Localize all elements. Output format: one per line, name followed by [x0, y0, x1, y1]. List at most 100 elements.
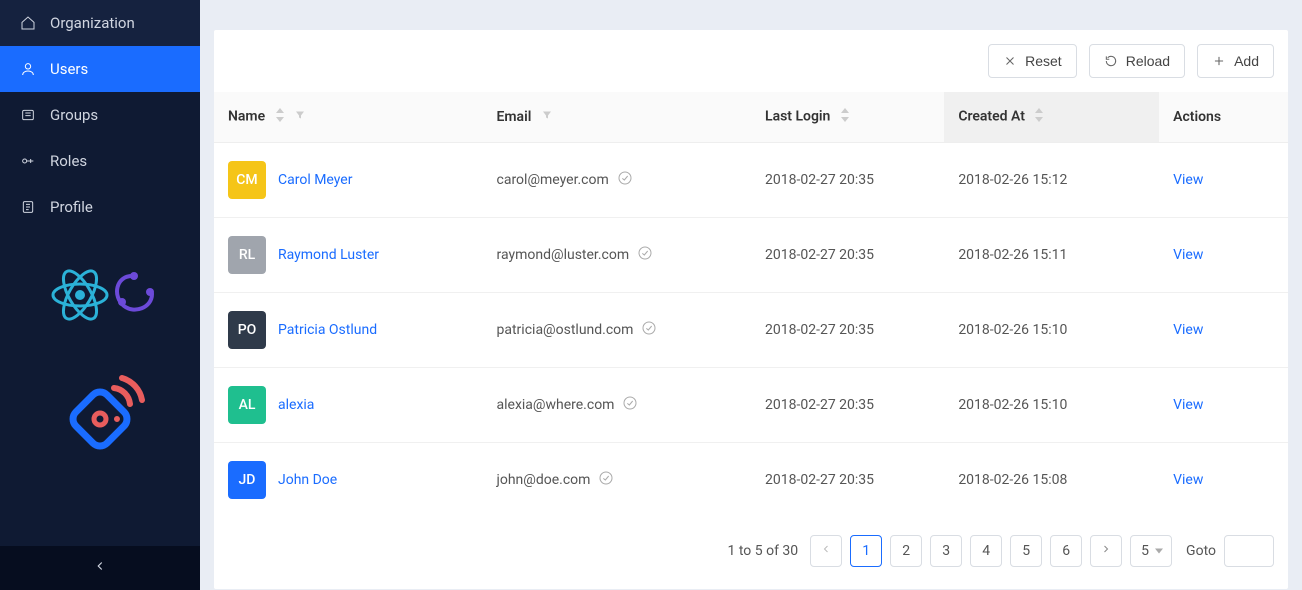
last-login: 2018-02-27 20:35	[765, 397, 874, 413]
user-email: patricia@ostlund.com	[497, 322, 634, 338]
users-table: Name Email	[214, 92, 1288, 517]
chevron-left-icon	[820, 543, 832, 559]
goto-label: Goto	[1186, 543, 1216, 559]
table-row: JD John Doe john@doe.com 2018-02-27 20:3…	[214, 443, 1288, 518]
prev-page-button[interactable]	[810, 535, 842, 567]
sidebar-item-users[interactable]: Users	[0, 46, 200, 92]
profile-icon	[20, 199, 36, 215]
avatar: PO	[228, 311, 266, 349]
sidebar-item-label: Roles	[50, 152, 87, 170]
page-button-1[interactable]: 1	[850, 535, 882, 567]
roles-icon	[20, 153, 36, 169]
last-login: 2018-02-27 20:35	[765, 472, 874, 488]
groups-icon	[20, 107, 36, 123]
sorter-icon	[840, 108, 850, 126]
sidebar-item-roles[interactable]: Roles	[0, 138, 200, 184]
user-icon	[20, 61, 36, 77]
sidebar-item-profile[interactable]: Profile	[0, 184, 200, 230]
table-header-row: Name Email	[214, 92, 1288, 143]
created-at: 2018-02-26 15:11	[958, 247, 1067, 263]
user-name-link[interactable]: Raymond Luster	[278, 247, 379, 263]
page-info: 1 to 5 of 30	[728, 543, 799, 559]
goto-page-input[interactable]	[1224, 535, 1274, 567]
table-row: PO Patricia Ostlund patricia@ostlund.com…	[214, 293, 1288, 368]
page-button-6[interactable]: 6	[1050, 535, 1082, 567]
users-panel: Reset Reload Add	[214, 30, 1288, 589]
close-icon	[1003, 54, 1017, 68]
toolbar: Reset Reload Add	[214, 30, 1288, 92]
verified-icon	[598, 470, 614, 490]
react-redux-icon	[40, 260, 160, 334]
column-email[interactable]: Email	[483, 92, 752, 143]
sidebar: Organization Users Groups Roles Profile	[0, 0, 200, 590]
sidebar-item-groups[interactable]: Groups	[0, 92, 200, 138]
app-logo-icon	[50, 364, 150, 468]
sorter-icon	[275, 108, 285, 126]
avatar: RL	[228, 236, 266, 274]
page-button-5[interactable]: 5	[1010, 535, 1042, 567]
collapse-sidebar-button[interactable]	[0, 546, 200, 590]
page-button-2[interactable]: 2	[890, 535, 922, 567]
verified-icon	[617, 170, 633, 190]
column-last-login[interactable]: Last Login	[751, 92, 944, 143]
sidebar-item-organization[interactable]: Organization	[0, 0, 200, 46]
plus-icon	[1212, 54, 1226, 68]
created-at: 2018-02-26 15:10	[958, 397, 1067, 413]
created-at: 2018-02-26 15:08	[958, 472, 1067, 488]
verified-icon	[641, 320, 657, 340]
verified-icon	[622, 395, 638, 415]
sidebar-item-label: Organization	[50, 14, 135, 32]
column-name[interactable]: Name	[214, 92, 483, 143]
home-icon	[20, 15, 36, 31]
last-login: 2018-02-27 20:35	[765, 247, 874, 263]
next-page-button[interactable]	[1090, 535, 1122, 567]
pagination: 1 to 5 of 30 123456 5 Goto	[214, 517, 1288, 589]
user-name-link[interactable]: Patricia Ostlund	[278, 322, 377, 338]
view-link[interactable]: View	[1173, 322, 1203, 338]
reload-button[interactable]: Reload	[1089, 44, 1185, 78]
verified-icon	[637, 245, 653, 265]
table-row: AL alexia alexia@where.com 2018-02-27 20…	[214, 368, 1288, 443]
column-actions: Actions	[1159, 92, 1288, 143]
view-link[interactable]: View	[1173, 472, 1203, 488]
main-content: Reset Reload Add	[200, 0, 1302, 590]
user-email: john@doe.com	[497, 472, 591, 488]
reset-button[interactable]: Reset	[988, 44, 1077, 78]
chevron-left-icon	[93, 559, 107, 577]
sorter-icon	[1034, 108, 1044, 126]
button-label: Reload	[1126, 53, 1170, 69]
column-created-at[interactable]: Created At	[944, 92, 1159, 143]
created-at: 2018-02-26 15:12	[958, 172, 1067, 188]
page-button-3[interactable]: 3	[930, 535, 962, 567]
avatar: JD	[228, 461, 266, 499]
sidebar-item-label: Profile	[50, 198, 93, 216]
sidebar-item-label: Users	[50, 60, 88, 78]
button-label: Reset	[1025, 53, 1062, 69]
page-size-select[interactable]: 5	[1130, 535, 1172, 567]
filter-icon[interactable]	[541, 109, 553, 125]
chevron-right-icon	[1100, 543, 1112, 559]
user-name-link[interactable]: alexia	[278, 397, 314, 413]
avatar: AL	[228, 386, 266, 424]
page-button-4[interactable]: 4	[970, 535, 1002, 567]
sidebar-item-label: Groups	[50, 106, 98, 124]
avatar: CM	[228, 161, 266, 199]
last-login: 2018-02-27 20:35	[765, 322, 874, 338]
add-button[interactable]: Add	[1197, 44, 1274, 78]
user-name-link[interactable]: Carol Meyer	[278, 172, 352, 188]
table-row: RL Raymond Luster raymond@luster.com 201…	[214, 218, 1288, 293]
user-name-link[interactable]: John Doe	[278, 472, 337, 488]
sidebar-logos	[0, 260, 200, 468]
user-email: alexia@where.com	[497, 397, 615, 413]
last-login: 2018-02-27 20:35	[765, 172, 874, 188]
reload-icon	[1104, 54, 1118, 68]
filter-icon[interactable]	[294, 109, 306, 125]
user-email: carol@meyer.com	[497, 172, 609, 188]
view-link[interactable]: View	[1173, 172, 1203, 188]
button-label: Add	[1234, 53, 1259, 69]
view-link[interactable]: View	[1173, 397, 1203, 413]
user-email: raymond@luster.com	[497, 247, 630, 263]
view-link[interactable]: View	[1173, 247, 1203, 263]
created-at: 2018-02-26 15:10	[958, 322, 1067, 338]
table-row: CM Carol Meyer carol@meyer.com 2018-02-2…	[214, 143, 1288, 218]
